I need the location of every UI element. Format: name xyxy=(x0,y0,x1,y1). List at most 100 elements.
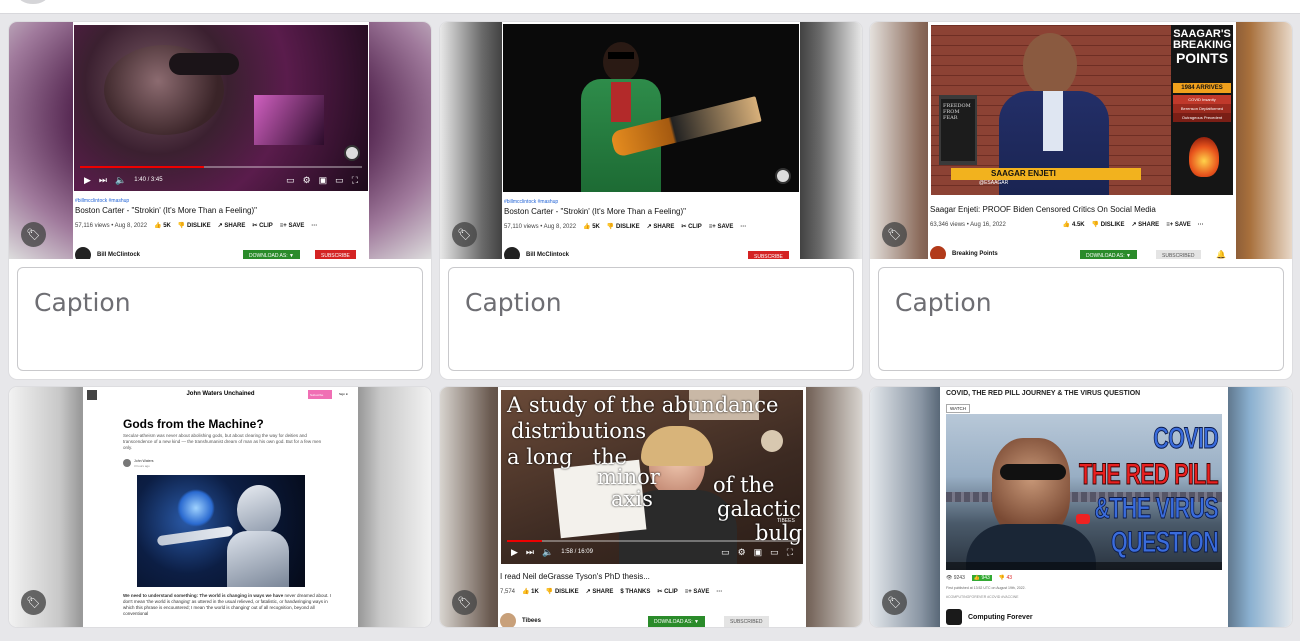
captions-icon[interactable]: ▭ xyxy=(286,175,295,186)
video-player[interactable] xyxy=(503,24,799,192)
subscribe-button[interactable]: Subscribe xyxy=(308,390,332,399)
fullscreen-icon[interactable]: ⛶ xyxy=(787,547,793,558)
card-thumbnail[interactable]: John Waters Unchained Subscribe Sign in … xyxy=(9,387,431,627)
like-button[interactable]: 👍 1K xyxy=(522,588,539,595)
more-icon[interactable]: ··· xyxy=(740,224,746,230)
author-name[interactable]: John Waters xyxy=(134,459,154,463)
tag-button[interactable]: 🏷 xyxy=(21,222,46,247)
play-icon[interactable]: ▶ xyxy=(511,547,518,558)
video-hashtags[interactable]: #billmcclintock #mashup xyxy=(504,199,558,205)
channel-name[interactable]: Breaking Points xyxy=(952,251,998,257)
article-image xyxy=(137,475,305,587)
like-button[interactable]: 👍 5K xyxy=(154,222,171,229)
player-controls: ▶ ⏭ 🔈 1:58 / 16:09 ▭ ⚙ ▣ ▭ ⛶ xyxy=(501,542,803,562)
tag-icon: 🏷 xyxy=(457,229,472,241)
channel-name[interactable]: Bill McClintock xyxy=(97,252,140,258)
share-button[interactable]: ↗ SHARE xyxy=(1131,221,1159,228)
card-thumbnail[interactable]: ▶ ⏭ 🔈 1:40 / 3:45 ▭ ⚙ ▣ ▭ ⛶ #billmcclint… xyxy=(9,22,431,259)
channel-name[interactable]: Computing Forever xyxy=(968,614,1033,621)
watch-tab[interactable]: WATCH xyxy=(946,404,970,413)
dislike-button[interactable]: 👎 DISLIKE xyxy=(178,222,211,229)
more-icon[interactable]: ··· xyxy=(716,589,722,595)
media-card-5: A study of the abundance distributions a… xyxy=(440,387,862,627)
card-thumbnail[interactable]: #billmcclintock #mashup Boston Carter - … xyxy=(440,22,862,259)
view-count: 57,110 views • Aug 8, 2022 xyxy=(504,223,577,230)
clip-button[interactable]: ✂ CLIP xyxy=(681,223,701,230)
avatar[interactable] xyxy=(18,0,48,4)
channel-name[interactable]: Bill McClintock xyxy=(526,252,569,258)
settings-icon[interactable]: ⚙ xyxy=(303,175,311,186)
save-button[interactable]: ≡+ SAVE xyxy=(280,223,305,229)
volume-icon[interactable]: 🔈 xyxy=(115,175,126,186)
dislike-button[interactable]: 👎 DISLIKE xyxy=(607,223,640,230)
caption-input[interactable]: Caption xyxy=(878,267,1284,371)
caption-input[interactable]: Caption xyxy=(17,267,423,371)
tag-button[interactable]: 🏷 xyxy=(452,590,477,615)
subscribed-button[interactable]: SUBSCRIBED xyxy=(1156,250,1201,259)
video-player[interactable]: ▶ ⏭ 🔈 1:40 / 3:45 ▭ ⚙ ▣ ▭ ⛶ xyxy=(74,25,368,191)
miniplayer-icon[interactable]: ▣ xyxy=(319,175,328,186)
more-icon[interactable]: ··· xyxy=(1198,222,1204,228)
signin-link[interactable]: Sign in xyxy=(339,392,348,396)
next-icon[interactable]: ⏭ xyxy=(526,547,534,558)
play-icon[interactable]: ▶ xyxy=(84,175,91,186)
thanks-button[interactable]: $ THANKS xyxy=(620,589,650,595)
subscribe-button[interactable]: SUBSCRIBE xyxy=(748,251,789,259)
save-button[interactable]: ≡+ SAVE xyxy=(709,224,734,230)
video-player[interactable]: FREEDOM FROM FEAR SAAGAR'S BREAKING POINTS… xyxy=(931,25,1233,195)
download-button[interactable]: DOWNLOAD AS: ▼ xyxy=(1080,250,1137,259)
more-icon[interactable]: ··· xyxy=(311,223,317,229)
video-player[interactable]: A study of the abundance distributions a… xyxy=(501,390,803,564)
overlay-text-6: of the xyxy=(713,473,775,497)
clip-button[interactable]: ✂ CLIP xyxy=(252,222,272,229)
save-button[interactable]: ≡+ SAVE xyxy=(685,589,710,595)
dislike-button[interactable]: 👎 DISLIKE xyxy=(1092,221,1125,228)
save-button[interactable]: ≡+ SAVE xyxy=(1166,222,1191,228)
fullscreen-icon[interactable]: ⛶ xyxy=(352,175,358,186)
card-thumbnail[interactable]: COVID, THE RED PILL JOURNEY & THE VIRUS … xyxy=(870,387,1292,627)
channel-avatar[interactable] xyxy=(930,246,946,259)
like-button[interactable]: 👍 943 xyxy=(971,575,992,581)
clip-button[interactable]: ✂ CLIP xyxy=(657,588,677,595)
video-hashtags[interactable]: #billmcclintock #mashup xyxy=(75,198,129,204)
video-hashtags[interactable]: #COMPUTINGFOREVER #COVID #VACCINE xyxy=(946,595,1018,599)
channel-avatar[interactable] xyxy=(75,247,91,259)
card-thumbnail[interactable]: A study of the abundance distributions a… xyxy=(440,387,862,627)
like-button[interactable]: 👍 4.5K xyxy=(1063,221,1085,228)
captions-icon[interactable]: ▭ xyxy=(721,547,730,558)
download-button[interactable]: DOWNLOAD AS: ▼ xyxy=(243,250,300,259)
dislike-button[interactable]: 👎 43 xyxy=(999,575,1012,581)
tag-button[interactable]: 🏷 xyxy=(882,590,907,615)
dislike-button[interactable]: 👎 DISLIKE xyxy=(546,588,579,595)
tag-button[interactable]: 🏷 xyxy=(452,222,477,247)
share-button[interactable]: ↗ SHARE xyxy=(586,588,614,595)
author-avatar[interactable] xyxy=(123,459,131,467)
tag-button[interactable]: 🏷 xyxy=(882,222,907,247)
share-button[interactable]: ↗ SHARE xyxy=(647,223,675,230)
card-thumbnail[interactable]: FREEDOM FROM FEAR SAAGAR'S BREAKING POINTS… xyxy=(870,22,1292,259)
bell-icon[interactable]: 🔔 xyxy=(1216,250,1226,259)
like-button[interactable]: 👍 5K xyxy=(583,223,600,230)
media-card-1: ▶ ⏭ 🔈 1:40 / 3:45 ▭ ⚙ ▣ ▭ ⛶ #billmcclint… xyxy=(9,22,431,379)
video-actions: 7,574 👍 1K 👎 DISLIKE ↗ SHARE $ THANKS ✂ … xyxy=(500,588,722,596)
channel-avatar[interactable] xyxy=(504,247,520,259)
video-player[interactable]: COVID THE RED PILL &THE VIRUS QUESTION xyxy=(946,414,1222,570)
segment-list: COVID Insanity Berenson Deplatformed Out… xyxy=(1173,95,1231,122)
share-button[interactable]: ↗ SHARE xyxy=(218,222,246,229)
subscribed-button[interactable]: SUBSCRIBED xyxy=(724,616,769,627)
tag-button[interactable]: 🏷 xyxy=(21,590,46,615)
channel-avatar[interactable] xyxy=(946,609,962,625)
tag-icon: 🏷 xyxy=(26,229,41,241)
download-button[interactable]: DOWNLOAD AS: ▼ xyxy=(648,616,705,627)
theater-icon[interactable]: ▭ xyxy=(335,175,344,186)
caption-input[interactable]: Caption xyxy=(448,267,854,371)
next-icon[interactable]: ⏭ xyxy=(99,175,107,186)
miniplayer-icon[interactable]: ▣ xyxy=(754,547,763,558)
theater-icon[interactable]: ▭ xyxy=(770,547,779,558)
settings-icon[interactable]: ⚙ xyxy=(738,547,746,558)
channel-name[interactable]: Tibees xyxy=(522,618,541,624)
volume-icon[interactable]: 🔈 xyxy=(542,547,553,558)
progress-bar[interactable] xyxy=(80,166,362,168)
subscribe-button[interactable]: SUBSCRIBE xyxy=(315,250,356,259)
channel-avatar[interactable] xyxy=(500,613,516,627)
